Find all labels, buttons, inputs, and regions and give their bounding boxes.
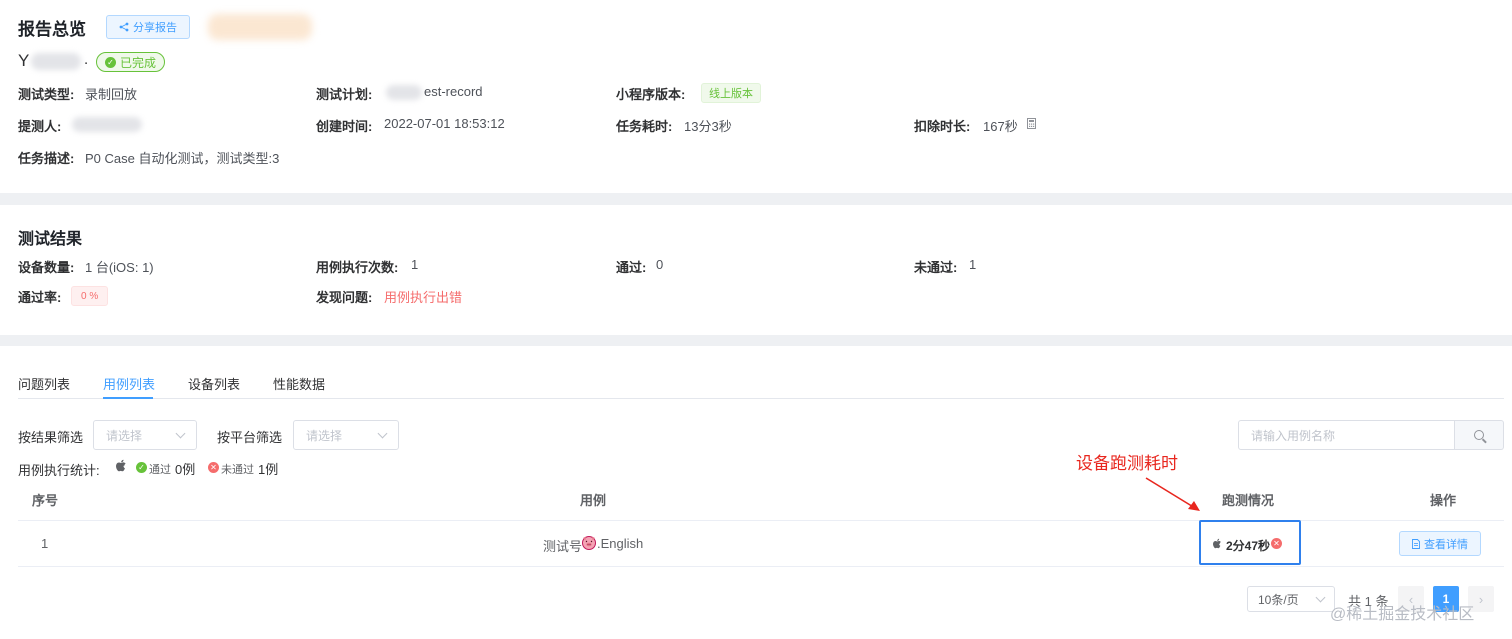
status-badge: ✓ 已完成: [96, 52, 166, 72]
apple-icon: [1213, 538, 1221, 549]
watermark: @稀土掘金技术社区: [1330, 606, 1475, 623]
devices-label: 设备数量:: [18, 260, 75, 275]
duration-label: 任务耗时:: [616, 119, 673, 134]
document-icon: [1412, 538, 1420, 549]
row-case-suffix: .English: [597, 536, 644, 551]
column-header-action: 操作: [1430, 493, 1457, 508]
annotation-label: 设备跑测耗时: [1076, 454, 1178, 473]
platform-filter-placeholder: 请选择: [306, 428, 343, 443]
mp-version-label: 小程序版本:: [616, 87, 686, 102]
share-report-label: 分享报告: [133, 22, 177, 34]
test-plan-value: est-record: [424, 84, 483, 99]
submitter-label: 提测人:: [18, 119, 62, 134]
pass-label: 通过:: [616, 260, 647, 275]
calculator-icon[interactable]: [1027, 118, 1036, 129]
tab-devices[interactable]: 设备列表: [188, 374, 240, 393]
share-icon: [119, 22, 129, 32]
stats-pass-text: 通过: [149, 464, 171, 476]
redacted-submitter: [72, 117, 142, 132]
duration-value: 13分3秒: [684, 119, 732, 134]
pig-emoji-icon: [582, 536, 596, 550]
chevron-down-icon: [175, 428, 186, 438]
tab-active-indicator: [103, 397, 153, 399]
redacted-report-name: [31, 53, 81, 70]
fail-label: 未通过:: [914, 260, 958, 275]
stats-fail-count: 1例: [258, 462, 279, 477]
test-type-label: 测试类型:: [18, 87, 75, 102]
page-title: 报告总览: [18, 20, 86, 39]
tab-issues[interactable]: 问题列表: [18, 374, 70, 393]
platform-filter-select[interactable]: 请选择: [293, 420, 399, 450]
created-label: 创建时间:: [316, 119, 373, 134]
pass-check-icon: ✓: [136, 462, 147, 473]
result-filter-placeholder: 请选择: [106, 428, 143, 443]
stats-fail-text: 未通过: [221, 464, 254, 476]
pass-rate-tag: 0 %: [71, 286, 109, 306]
platform-filter-label: 按平台筛选: [217, 430, 283, 445]
tabs-baseline: [18, 398, 1504, 399]
section-divider: [0, 193, 1512, 205]
mp-version-tag: 线上版本: [701, 83, 761, 103]
row-index: 1: [41, 536, 49, 551]
view-detail-button[interactable]: 查看详情: [1399, 531, 1481, 556]
case-search-placeholder: 请输入用例名称: [1251, 428, 1336, 443]
desc-value: P0 Case 自动化测试，测试类型:3: [85, 151, 280, 166]
run-fail-icon[interactable]: ✕: [1271, 538, 1282, 549]
fail-value: 1: [969, 257, 977, 272]
annotation-arrow-icon: [1145, 477, 1200, 511]
status-label: 已完成: [120, 55, 157, 70]
case-search-input[interactable]: 请输入用例名称: [1238, 420, 1455, 450]
issue-label: 发现问题:: [316, 290, 373, 305]
search-icon: [1474, 430, 1484, 440]
fail-x-icon: ✕: [208, 462, 219, 473]
page-size-value: 10条/页: [1258, 592, 1299, 607]
column-header-case: 用例: [580, 493, 607, 508]
share-report-button[interactable]: 分享报告: [106, 15, 190, 39]
pass-value: 0: [656, 257, 664, 272]
column-header-run: 跑测情况: [1222, 493, 1275, 508]
desc-label: 任务描述:: [18, 151, 75, 166]
chevron-down-icon: [1315, 592, 1326, 602]
search-button[interactable]: [1455, 420, 1504, 450]
exec-count-label: 用例执行次数:: [316, 260, 399, 275]
exec-count-value: 1: [411, 257, 419, 272]
deduct-value: 167秒: [983, 119, 1018, 134]
result-filter-select[interactable]: 请选择: [93, 420, 197, 450]
devices-value: 1 台(iOS: 1): [85, 260, 154, 275]
created-value: 2022-07-01 18:53:12: [384, 116, 505, 131]
stats-label: 用例执行统计:: [18, 463, 100, 478]
view-detail-label: 查看详情: [1424, 538, 1468, 551]
tab-performance[interactable]: 性能数据: [273, 374, 325, 393]
tab-cases[interactable]: 用例列表: [103, 374, 155, 393]
section-divider-2: [0, 335, 1512, 346]
row-case-prefix: 测试号: [543, 539, 583, 554]
result-filter-label: 按结果筛选: [18, 430, 84, 445]
results-title: 测试结果: [18, 231, 83, 248]
redacted-banner: [208, 14, 312, 40]
column-header-index: 序号: [32, 493, 59, 508]
apple-icon: [116, 459, 126, 472]
test-plan-label: 测试计划:: [316, 87, 373, 102]
redacted-plan-prefix: [386, 85, 422, 100]
page-size-select[interactable]: 10条/页: [1247, 586, 1335, 612]
test-type-value: 录制回放: [85, 87, 138, 102]
report-name-suffix: .: [84, 51, 89, 68]
chevron-down-icon: [377, 428, 388, 438]
report-name-initial: Y: [18, 51, 30, 70]
stats-pass-count: 0例: [175, 462, 196, 477]
deduct-label: 扣除时长:: [914, 119, 971, 134]
row-run-time: 2分47秒: [1226, 539, 1271, 553]
pass-rate-label: 通过率:: [18, 290, 62, 305]
check-circle-icon: ✓: [105, 56, 116, 68]
issue-link[interactable]: 用例执行出错: [384, 287, 462, 306]
table-row-divider: [18, 566, 1504, 567]
